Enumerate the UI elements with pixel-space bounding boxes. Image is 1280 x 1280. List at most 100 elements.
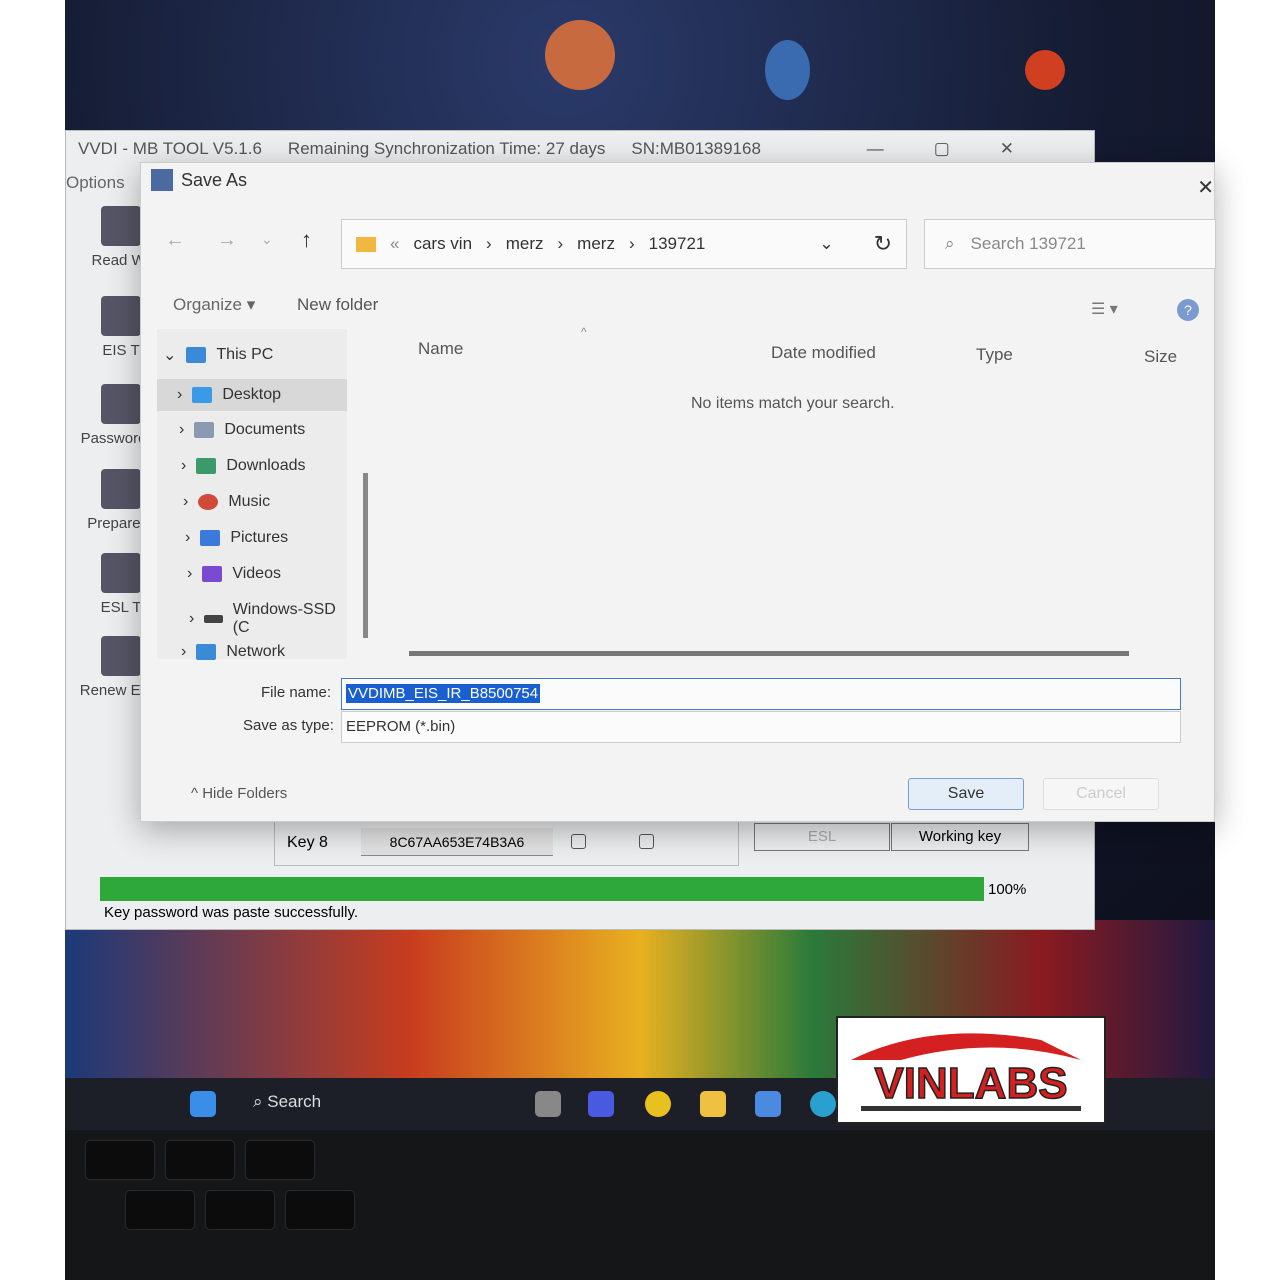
dialog-title: Save As <box>181 169 248 190</box>
nav-documents[interactable]: › Documents <box>179 421 305 439</box>
new-folder-button[interactable]: New folder <box>297 295 378 315</box>
esl-button[interactable]: ESL <box>754 823 890 851</box>
key-checkbox-2[interactable] <box>639 834 654 849</box>
search-input[interactable]: ⌕ Search 139721 <box>924 219 1216 269</box>
horizontal-scrollbar[interactable] <box>409 651 1129 656</box>
eis-icon <box>101 296 141 336</box>
nav-this-pc[interactable]: ⌄ This PC <box>163 345 273 365</box>
music-icon <box>198 494 219 510</box>
breadcrumb-item[interactable]: merz <box>506 234 544 254</box>
nav-label: Downloads <box>226 457 306 474</box>
taskbar-search-label: Search <box>267 1092 322 1111</box>
file-name-label: File name: <box>261 684 332 701</box>
menu-options[interactable]: Options <box>66 173 125 193</box>
nav-videos[interactable]: › Videos <box>187 565 281 583</box>
pc-icon <box>186 347 207 363</box>
sort-up-icon: ^ <box>581 325 587 339</box>
nav-desktop[interactable]: › Desktop <box>157 379 347 411</box>
vinlabs-logo-graphic: VINLABS <box>851 1033 1081 1111</box>
chrome-icon[interactable] <box>645 1091 671 1117</box>
pictures-icon <box>200 530 221 546</box>
column-type[interactable]: Type <box>976 345 1013 365</box>
nav-music[interactable]: › Music <box>183 493 270 511</box>
breadcrumb-item[interactable]: merz <box>577 234 615 254</box>
breadcrumb-item[interactable]: 139721 <box>649 234 706 254</box>
save-button[interactable]: Save <box>908 778 1024 810</box>
nav-scrollbar[interactable] <box>363 473 368 638</box>
nav-pictures[interactable]: › Pictures <box>185 529 288 547</box>
status-text: Key password was paste successfully. <box>104 904 358 921</box>
sidebar-label: EIS T <box>102 342 140 359</box>
overflow-icon: « <box>390 234 400 253</box>
search-placeholder: Search 139721 <box>970 234 1086 253</box>
network-icon <box>196 644 217 660</box>
nav-label: Documents <box>224 421 306 438</box>
desktop-icon <box>192 387 213 403</box>
nav-label: This PC <box>216 346 274 363</box>
windows-start-icon[interactable] <box>190 1091 216 1117</box>
keyboard <box>65 1130 1215 1280</box>
column-date-modified[interactable]: Date modified <box>771 343 876 363</box>
taskbar-search[interactable]: ⌕ Search <box>253 1092 321 1112</box>
nav-label: Pictures <box>230 529 289 546</box>
progress-label: 100% <box>988 881 1027 898</box>
key-checkbox-1[interactable] <box>571 834 586 849</box>
nav-downloads[interactable]: › Downloads <box>181 457 305 475</box>
breadcrumb-item[interactable]: cars vin <box>413 234 472 254</box>
address-bar[interactable]: « cars vin › merz › merz › 139721 ⌄ ↻ <box>341 219 907 269</box>
hide-folders-label: Hide Folders <box>202 785 288 802</box>
sidebar-label: ESL T <box>100 599 142 616</box>
chevron-right-icon: › <box>628 234 635 253</box>
nav-label: Desktop <box>222 386 282 403</box>
save-as-dialog: Save As ✕ ← → ⌄ ↑ « cars vin › merz › merz… <box>140 162 1216 822</box>
file-explorer-icon[interactable] <box>700 1091 726 1117</box>
nav-network[interactable]: › Network <box>181 643 285 661</box>
hide-folders-button[interactable]: ^ Hide Folders <box>191 785 287 802</box>
chevron-down-icon[interactable]: ⌄ <box>819 234 833 254</box>
save-type-select[interactable]: EEPROM (*.bin) <box>341 711 1181 743</box>
downloads-icon <box>196 458 217 474</box>
refresh-icon[interactable]: ↻ <box>874 231 892 257</box>
store-icon[interactable] <box>755 1091 781 1117</box>
ecu-icon <box>101 636 141 676</box>
save-type-value: EEPROM (*.bin) <box>346 718 456 735</box>
dialog-title-bar: Save As <box>151 169 247 191</box>
svg-text:VINLABS: VINLABS <box>874 1059 1067 1108</box>
nav-windows-ssd[interactable]: › Windows-SSD (C <box>189 601 347 637</box>
column-name[interactable]: Name <box>418 339 463 359</box>
esl-icon <box>101 553 141 593</box>
back-icon[interactable]: ← <box>165 229 185 252</box>
file-name-input[interactable]: VVDIMB_EIS_IR_B8500754 <box>341 678 1181 710</box>
column-size[interactable]: Size <box>1144 347 1177 367</box>
nav-label: Music <box>228 493 271 510</box>
nav-label: Network <box>226 643 286 660</box>
task-view-icon[interactable] <box>535 1091 561 1117</box>
save-type-label: Save as type: <box>243 717 334 734</box>
progress-bar <box>100 877 984 901</box>
videos-icon <box>202 566 223 582</box>
organize-label: Organize <box>173 295 242 314</box>
prepare-key-icon <box>101 469 141 509</box>
window-controls[interactable]: —▢✕ <box>867 139 1064 159</box>
working-key-button[interactable]: Working key <box>891 823 1029 851</box>
up-icon[interactable]: ↑ <box>301 227 312 253</box>
nav-label: Videos <box>232 565 281 582</box>
chevron-right-icon: › <box>557 234 564 253</box>
recent-chevron-icon[interactable]: ⌄ <box>261 231 273 248</box>
file-name-value: VVDIMB_EIS_IR_B8500754 <box>346 684 541 703</box>
forward-icon[interactable]: → <box>217 229 237 252</box>
drive-icon <box>204 615 223 623</box>
decorative-orb <box>1025 50 1065 90</box>
chevron-right-icon: › <box>486 234 492 253</box>
teams-icon[interactable] <box>588 1091 614 1117</box>
edge-icon[interactable] <box>810 1091 836 1117</box>
search-icon: ⌕ <box>945 234 955 253</box>
organize-button[interactable]: Organize ▾ <box>173 295 255 315</box>
view-options-icon[interactable]: ☰ ▾ <box>1091 299 1118 319</box>
close-icon[interactable]: ✕ <box>1197 175 1214 200</box>
empty-message: No items match your search. <box>691 395 895 412</box>
decorative-orb <box>765 40 810 100</box>
help-icon[interactable]: ? <box>1177 299 1199 321</box>
cancel-button[interactable]: Cancel <box>1043 778 1159 810</box>
key-value: 8C67AA653E74B3A6 <box>361 828 553 856</box>
